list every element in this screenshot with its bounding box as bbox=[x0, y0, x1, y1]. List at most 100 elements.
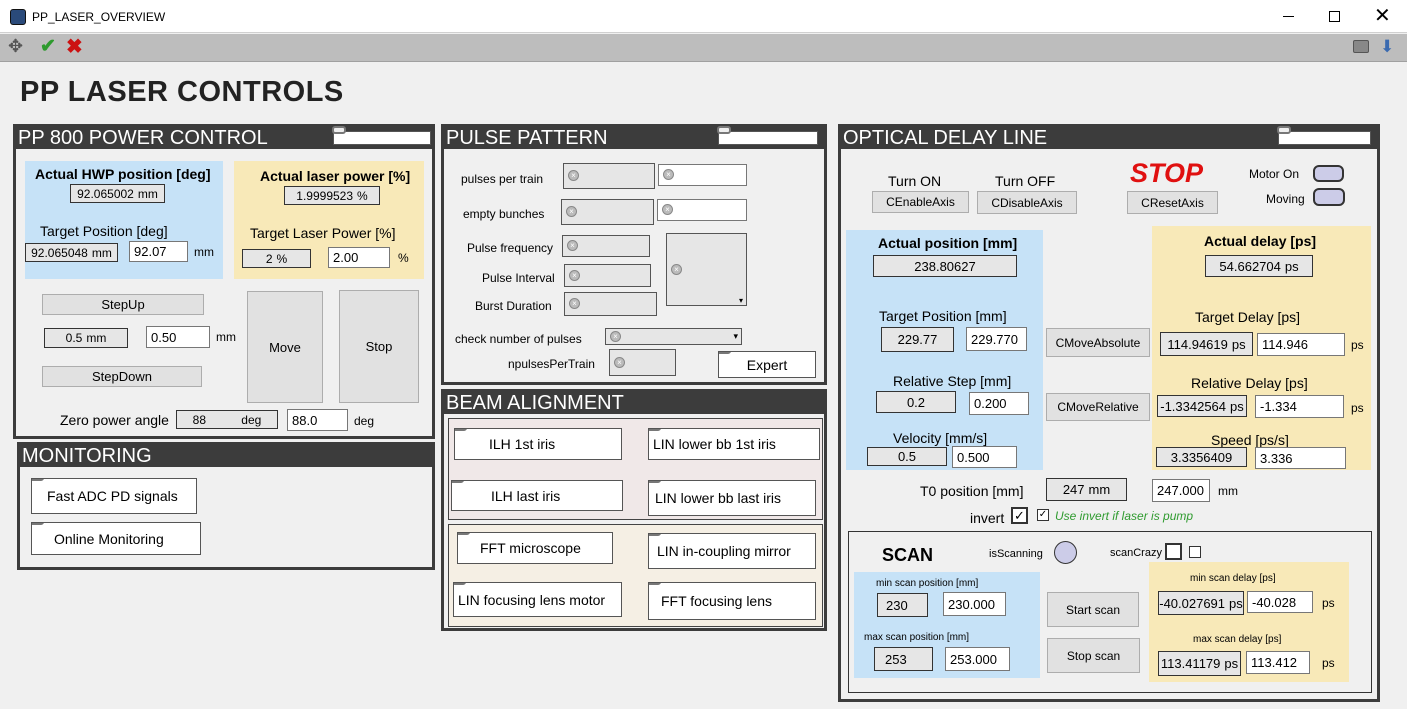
min-scan-delay-unit: ps bbox=[1322, 596, 1335, 610]
relative-delay-input[interactable]: -1.334 bbox=[1255, 395, 1344, 418]
stepdown-button[interactable]: StepDown bbox=[42, 366, 202, 387]
minimize-icon[interactable] bbox=[1283, 16, 1294, 17]
min-scan-delay-label: min scan delay [ps] bbox=[1190, 573, 1276, 584]
relative-delay-value: -1.3342564 ps bbox=[1157, 395, 1247, 417]
max-scan-pos-input[interactable]: 253.000 bbox=[945, 647, 1010, 671]
t0-position-unit: mm bbox=[1218, 484, 1238, 498]
move-cross-icon[interactable]: ✥ bbox=[8, 36, 23, 57]
invert-checkbox[interactable]: ✓ bbox=[1011, 507, 1028, 524]
pulses-per-train-input[interactable]: × bbox=[658, 164, 747, 186]
is-scanning-led bbox=[1054, 541, 1077, 564]
step-input[interactable]: 0.50 bbox=[146, 326, 210, 348]
fft-microscope-button[interactable]: FFT microscope bbox=[457, 532, 613, 564]
lin-focusing-button[interactable]: LIN focusing lens motor bbox=[453, 582, 622, 617]
lin-incoupling-button[interactable]: LIN in-coupling mirror bbox=[648, 533, 816, 569]
stop-button[interactable]: Stop bbox=[339, 290, 419, 403]
pulse-title: PULSE PATTERN bbox=[446, 127, 608, 149]
moving-label: Moving bbox=[1266, 192, 1305, 206]
target-position-input[interactable]: 229.770 bbox=[966, 327, 1027, 351]
target-delay-input[interactable]: 114.946 bbox=[1257, 333, 1345, 356]
power-control-panel: PP 800 POWER CONTROL Actual HWP position… bbox=[13, 124, 435, 439]
target-position-label: Target Position [mm] bbox=[879, 308, 1007, 324]
check-icon[interactable]: ✔ bbox=[40, 35, 56, 58]
scan-title: SCAN bbox=[882, 545, 934, 565]
scan-panel: SCAN isScanning scanCrazy min scan posit… bbox=[848, 531, 1372, 693]
relative-step-input[interactable]: 0.200 bbox=[969, 392, 1029, 415]
t0-position-input[interactable]: 247.000 bbox=[1152, 479, 1210, 502]
start-scan-button[interactable]: Start scan bbox=[1047, 592, 1139, 627]
enable-axis-button[interactable]: CEnableAxis bbox=[872, 191, 969, 213]
lin-lower-1st-iris-button[interactable]: LIN lower bb 1st iris bbox=[648, 428, 820, 460]
target-delay-unit: ps bbox=[1351, 338, 1364, 352]
relative-step-value: 0.2 bbox=[876, 391, 956, 413]
max-scan-delay-input[interactable]: 113.412 bbox=[1246, 651, 1310, 674]
expert-button[interactable]: Expert bbox=[718, 351, 816, 378]
window-titlebar: PP_LASER_OVERVIEW ✕ bbox=[0, 0, 1407, 33]
use-invert-checkbox[interactable]: ✓ bbox=[1037, 509, 1049, 521]
maximize-icon[interactable] bbox=[1329, 11, 1340, 22]
actual-position-value: 238.80627 bbox=[873, 255, 1017, 277]
online-monitoring-button[interactable]: Online Monitoring bbox=[31, 522, 201, 555]
optical-delay-panel: OPTICAL DELAY LINE Turn ON CEnableAxis T… bbox=[838, 124, 1380, 702]
relative-delay-unit: ps bbox=[1351, 401, 1364, 415]
ilh-last-iris-button[interactable]: ILH last iris bbox=[451, 480, 623, 511]
velocity-input[interactable]: 0.500 bbox=[952, 446, 1017, 468]
fft-focusing-button[interactable]: FFT focusing lens bbox=[648, 582, 816, 620]
scan-crazy-checkbox[interactable] bbox=[1189, 546, 1201, 558]
actual-delay-value: 54.662704 ps bbox=[1205, 255, 1313, 277]
target-pos-input[interactable]: 92.07 bbox=[129, 241, 188, 262]
fast-adc-button[interactable]: Fast ADC PD signals bbox=[31, 478, 197, 514]
pulse-interval-value: × bbox=[564, 264, 651, 287]
check-number-label: check number of pulses bbox=[455, 332, 582, 346]
min-scan-pos-value: 230 bbox=[877, 593, 928, 617]
cancel-icon[interactable]: ✖ bbox=[66, 34, 83, 59]
lin-lower-last-iris-button[interactable]: LIN lower bb last iris bbox=[648, 480, 816, 516]
stepup-button[interactable]: StepUp bbox=[42, 294, 204, 315]
disable-axis-button[interactable]: CDisableAxis bbox=[977, 191, 1077, 214]
target-pos-value: 92.065048 mm bbox=[25, 243, 118, 262]
move-relative-button[interactable]: CMoveRelative bbox=[1046, 393, 1150, 421]
max-scan-pos-value: 253 bbox=[874, 647, 933, 671]
velocity-value: 0.5 bbox=[867, 447, 947, 466]
pulse-pattern-list[interactable]: × ▾ bbox=[666, 233, 747, 306]
pulse-interval-label: Pulse Interval bbox=[482, 271, 555, 285]
max-scan-delay-label: max scan delay [ps] bbox=[1193, 634, 1282, 645]
printer-icon[interactable] bbox=[1353, 40, 1369, 53]
step-unit: mm bbox=[216, 330, 236, 344]
burst-duration-value: × bbox=[564, 292, 657, 316]
download-arrow-icon[interactable]: ⬇ bbox=[1380, 37, 1394, 57]
zero-power-label: Zero power angle bbox=[60, 412, 169, 428]
app-icon bbox=[10, 9, 26, 25]
target-power-input[interactable]: 2.00 bbox=[328, 247, 390, 268]
min-scan-pos-input[interactable]: 230.000 bbox=[943, 592, 1006, 616]
empty-bunches-input[interactable]: × bbox=[657, 199, 747, 221]
monitoring-header: MONITORING bbox=[20, 445, 432, 467]
link-icon bbox=[332, 126, 346, 134]
target-position-value: 229.77 bbox=[881, 327, 954, 352]
power-link-box[interactable] bbox=[332, 126, 431, 145]
stop-scan-button[interactable]: Stop scan bbox=[1047, 638, 1140, 673]
zero-power-input[interactable]: 88.0 bbox=[287, 409, 348, 431]
max-scan-delay-value: 113.41179 ps bbox=[1158, 651, 1241, 676]
burst-duration-label: Burst Duration bbox=[475, 299, 552, 313]
min-scan-delay-input[interactable]: -40.028 bbox=[1247, 591, 1313, 613]
ilh-1st-iris-button[interactable]: ILH 1st iris bbox=[454, 428, 622, 460]
speed-input[interactable]: 3.336 bbox=[1255, 447, 1346, 469]
close-icon[interactable]: ✕ bbox=[1374, 4, 1391, 28]
zero-power-unit: deg bbox=[354, 414, 375, 428]
reset-axis-button[interactable]: CResetAxis bbox=[1127, 191, 1218, 214]
beam-alignment-panel: BEAM ALIGNMENT ILH 1st iris LIN lower bb… bbox=[441, 389, 827, 631]
t0-position-value: 247 mm bbox=[1046, 478, 1127, 501]
odl-link-box[interactable] bbox=[1277, 126, 1371, 145]
move-button[interactable]: Move bbox=[247, 291, 323, 403]
max-scan-pos-label: max scan position [mm] bbox=[864, 632, 970, 643]
motor-on-label: Motor On bbox=[1249, 167, 1300, 181]
motor-on-led bbox=[1313, 165, 1344, 182]
move-absolute-button[interactable]: CMoveAbsolute bbox=[1046, 328, 1150, 357]
min-scan-delay-value: -40.027691 ps bbox=[1158, 591, 1244, 615]
target-delay-label: Target Delay [ps] bbox=[1195, 309, 1301, 325]
target-power-label: Target Laser Power [%] bbox=[250, 225, 396, 241]
monitoring-title: MONITORING bbox=[22, 445, 152, 467]
check-number-dropdown[interactable]: × ▾ bbox=[605, 328, 742, 345]
pulse-link-box[interactable] bbox=[717, 126, 818, 145]
